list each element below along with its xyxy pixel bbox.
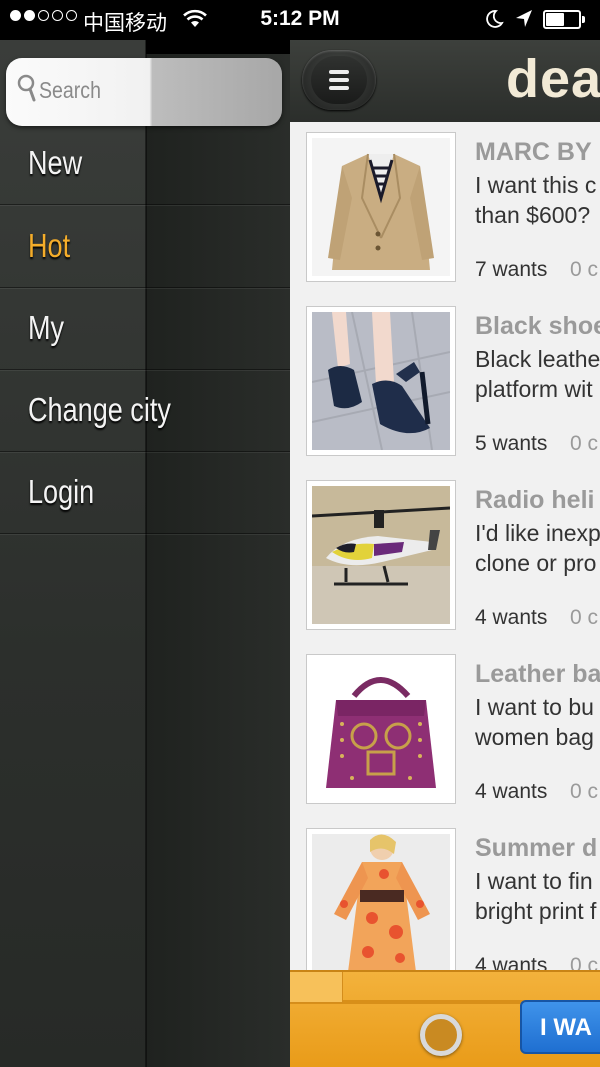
list-item[interactable]: Summer d I want to fin bright print f 4 … xyxy=(290,818,600,993)
listing-thumbnail xyxy=(306,654,456,804)
shoes-image xyxy=(312,312,450,450)
location-arrow-icon xyxy=(515,9,533,34)
listing-comments-count: 0 c xyxy=(570,780,599,803)
bottom-bar-tab xyxy=(290,972,343,1003)
menu-item-new[interactable]: New xyxy=(0,122,290,205)
listing-description: I want to fin bright print f xyxy=(475,868,597,924)
listing-description: I want this c than $600? xyxy=(475,172,597,228)
menu-toggle-button[interactable] xyxy=(302,50,376,110)
listing-description: Black leathe platform wit xyxy=(475,346,600,402)
menu-item-login[interactable]: Login xyxy=(0,451,290,534)
listing-description: I'd like inexp clone or pro xyxy=(475,520,600,576)
helicopter-image xyxy=(312,486,450,624)
i-want-button[interactable]: I WA xyxy=(520,1000,600,1054)
menu-item-label: Hot xyxy=(28,227,71,264)
listing-title: Leather ba xyxy=(475,660,600,688)
side-menu: Search New Hot My Change city Login xyxy=(0,40,290,1067)
list-item[interactable]: Radio heli I'd like inexp clone or pro 4… xyxy=(290,470,600,645)
menu-item-label: My xyxy=(28,309,65,346)
list-item[interactable]: Black shoe Black leathe platform wit 5 w… xyxy=(290,296,600,471)
menu-item-label: Login xyxy=(28,473,95,510)
main-content: deal MARC BY xyxy=(290,40,600,1067)
listing-thumbnail xyxy=(306,132,456,282)
list-item[interactable]: MARC BY I want this c than $600? 7 wants… xyxy=(290,122,600,297)
search-placeholder: Search xyxy=(39,77,101,103)
menu-item-label: Change city xyxy=(28,391,171,428)
listing-comments-count: 0 c xyxy=(570,258,599,281)
bottom-action-bar: I WA xyxy=(290,970,600,1067)
jacket-image xyxy=(312,138,450,276)
listing-title: Black shoe xyxy=(475,312,600,340)
menu-item-my[interactable]: My xyxy=(0,287,290,370)
app-logo: deal xyxy=(506,49,600,109)
listing-thumbnail xyxy=(306,306,456,456)
listing-comments-count: 0 c xyxy=(570,606,599,629)
listing-description: I want to bu women bag xyxy=(475,694,594,750)
listing-thumbnail xyxy=(306,828,456,978)
menu-item-label: New xyxy=(28,144,83,181)
listing-comments-count: 0 c xyxy=(570,432,599,455)
search-icon xyxy=(16,73,38,108)
listing-title: MARC BY xyxy=(475,138,592,166)
status-bar: 中国移动 5:12 PM xyxy=(0,0,600,40)
handbag-image xyxy=(312,660,450,798)
menu-item-change-city[interactable]: Change city xyxy=(0,369,290,452)
status-time: 5:12 PM xyxy=(260,7,340,30)
search-input[interactable]: Search xyxy=(6,58,282,126)
do-not-disturb-moon-icon xyxy=(484,9,504,34)
top-nav-bar: deal xyxy=(290,40,600,124)
menu-item-hot[interactable]: Hot xyxy=(0,205,290,288)
listing-wants-count: 7 wants xyxy=(475,258,548,281)
listing-title: Radio heli xyxy=(475,486,595,514)
listing-thumbnail xyxy=(306,480,456,630)
battery-icon xyxy=(543,10,585,29)
pull-ring-icon[interactable] xyxy=(420,1014,462,1056)
dress-image xyxy=(312,834,450,972)
listing-wants-count: 5 wants xyxy=(475,432,548,455)
listing-wants-count: 4 wants xyxy=(475,606,548,629)
listing-title: Summer d xyxy=(475,834,598,862)
list-item[interactable]: Leather ba I want to bu women bag 4 want… xyxy=(290,644,600,819)
listing-wants-count: 4 wants xyxy=(475,780,548,803)
